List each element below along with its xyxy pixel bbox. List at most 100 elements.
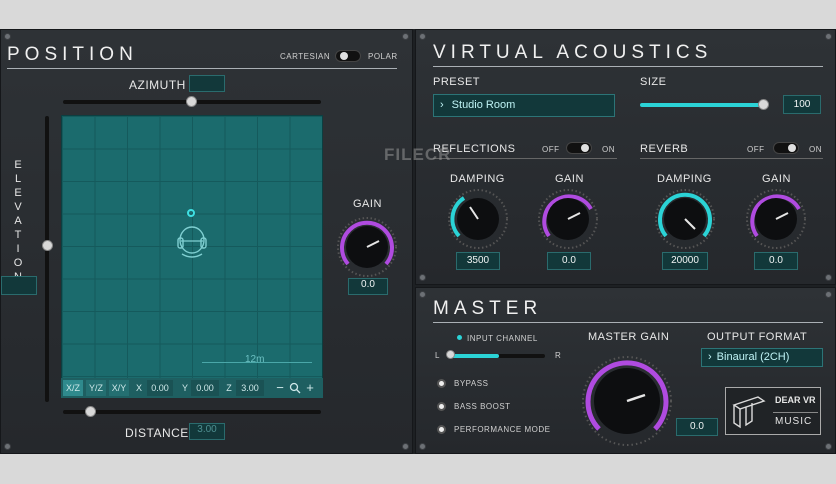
reverb-damping-label: DAMPING: [657, 173, 712, 185]
size-value[interactable]: 100: [783, 95, 821, 114]
input-channel-slider[interactable]: [449, 354, 545, 358]
azimuth-slider-thumb[interactable]: [186, 96, 197, 107]
reflections-off-label: OFF: [542, 145, 560, 154]
preset-label: PRESET: [433, 76, 481, 88]
azimuth-value[interactable]: [189, 75, 225, 92]
scale-label: 12m: [245, 354, 265, 365]
reverb-toggle[interactable]: [773, 142, 799, 154]
screw-icon: [419, 443, 426, 450]
master-gain-value[interactable]: 0.0: [676, 418, 718, 436]
output-format-dropdown[interactable]: › Binaural (2CH): [701, 348, 823, 367]
screw-icon: [825, 33, 832, 40]
gain-value[interactable]: 0.0: [348, 278, 388, 295]
input-channel-fill: [449, 354, 499, 358]
watermark: FILECR: [384, 145, 452, 164]
divider: [433, 66, 823, 67]
chevron-right-icon: ›: [440, 99, 444, 111]
azimuth-label: AZIMUTH: [129, 78, 186, 92]
reverb-gain-label: GAIN: [762, 173, 791, 185]
source-position-marker[interactable]: [187, 209, 195, 217]
reverb-label: REVERB: [640, 143, 689, 155]
divider: [433, 322, 823, 323]
z-label: Z: [226, 383, 232, 393]
preset-value: Studio Room: [451, 99, 516, 111]
elevation-slider-thumb[interactable]: [42, 240, 53, 251]
divider: [640, 158, 823, 159]
position-panel: POSITION CARTESIAN POLAR AZIMUTH ELEVATI…: [0, 29, 413, 454]
x-value[interactable]: 0.00: [147, 380, 173, 396]
reverb-off-label: OFF: [747, 145, 765, 154]
master-gain-knob[interactable]: [579, 353, 675, 449]
master-panel: MASTER INPUT CHANNEL L R BYPASS BASS BOO…: [415, 287, 836, 454]
virtual-acoustics-panel: VIRTUAL ACOUSTICS PRESET › Studio Room SI…: [415, 29, 836, 285]
reflections-on-label: ON: [602, 145, 615, 154]
position-grid[interactable]: 12m: [61, 115, 323, 398]
distance-label: DISTANCE: [125, 426, 189, 440]
plugin-window: POSITION CARTESIAN POLAR AZIMUTH ELEVATI…: [0, 29, 836, 454]
dearvr-logo: DEAR VR MUSIC: [725, 387, 821, 435]
distance-value[interactable]: 3.00: [189, 423, 225, 440]
elevation-slider[interactable]: [45, 116, 49, 402]
gain-label: GAIN: [353, 198, 382, 210]
preset-dropdown[interactable]: › Studio Room: [433, 94, 615, 117]
reverb-damping-knob[interactable]: [653, 187, 717, 251]
zoom-out-button[interactable]: −: [273, 380, 287, 396]
reflections-damping-knob[interactable]: [446, 187, 510, 251]
bypass-label: BYPASS: [454, 379, 489, 388]
reflections-damping-label: DAMPING: [450, 173, 505, 185]
screw-icon: [825, 291, 832, 298]
screw-icon: [825, 274, 832, 281]
screw-icon: [419, 33, 426, 40]
listener-head-icon: [177, 226, 207, 258]
reverb-gain-knob[interactable]: [744, 187, 808, 251]
bypass-radio[interactable]: [437, 379, 446, 388]
y-label: Y: [181, 383, 188, 393]
performance-mode-radio[interactable]: [437, 425, 446, 434]
input-channel-label: INPUT CHANNEL: [467, 334, 538, 343]
reflections-toggle[interactable]: [566, 142, 592, 154]
size-label: SIZE: [640, 76, 667, 88]
distance-slider-thumb[interactable]: [85, 406, 96, 417]
size-slider-fill: [640, 103, 763, 107]
reflections-gain-label: GAIN: [555, 173, 584, 185]
reflections-gain-value[interactable]: 0.0: [547, 252, 591, 270]
y-value[interactable]: 0.00: [191, 380, 219, 396]
xz-plane-button[interactable]: X/Z: [63, 380, 83, 396]
zoom-in-button[interactable]: +: [303, 380, 317, 396]
bass-boost-radio[interactable]: [437, 402, 446, 411]
master-title: MASTER: [433, 298, 543, 319]
logo-divider: [773, 412, 818, 413]
size-slider-thumb[interactable]: [757, 99, 769, 110]
output-format-label: OUTPUT FORMAT: [707, 331, 808, 343]
input-channel-indicator-icon: [457, 335, 462, 340]
xy-plane-button[interactable]: X/Y: [109, 380, 129, 396]
screw-icon: [419, 291, 426, 298]
performance-mode-label: PERFORMANCE MODE: [454, 425, 551, 434]
x-label: X: [135, 383, 142, 393]
reflections-gain-knob[interactable]: [536, 187, 600, 251]
reverb-damping-value[interactable]: 20000: [662, 252, 708, 270]
logo-bottom-text: MUSIC: [775, 416, 813, 427]
cartesian-polar-toggle[interactable]: [335, 50, 361, 62]
dearvr-logo-icon: [732, 396, 766, 429]
yz-plane-button[interactable]: Y/Z: [86, 380, 106, 396]
screw-icon: [402, 443, 409, 450]
virtual-acoustics-title: VIRTUAL ACOUSTICS: [433, 42, 713, 63]
chevron-right-icon: ›: [708, 351, 712, 363]
reverb-on-label: ON: [809, 145, 822, 154]
grid-toolbar: X/Z Y/Z X/Y X 0.00 Y 0.00 Z 3.00 − +: [61, 378, 323, 398]
screw-icon: [4, 33, 11, 40]
reverb-gain-value[interactable]: 0.0: [754, 252, 798, 270]
elevation-value[interactable]: [1, 276, 37, 295]
distance-slider[interactable]: [63, 410, 321, 414]
input-left-label: L: [435, 351, 440, 360]
size-slider[interactable]: [640, 103, 768, 107]
z-value[interactable]: 3.00: [236, 380, 264, 396]
master-gain-label: MASTER GAIN: [588, 331, 670, 343]
elevation-label: ELEVATION: [13, 159, 23, 283]
gain-knob[interactable]: [335, 215, 399, 279]
reflections-damping-value[interactable]: 3500: [456, 252, 500, 270]
bass-boost-label: BASS BOOST: [454, 402, 511, 411]
input-channel-thumb[interactable]: [446, 350, 455, 359]
logo-top-text: DEAR VR: [775, 395, 816, 405]
